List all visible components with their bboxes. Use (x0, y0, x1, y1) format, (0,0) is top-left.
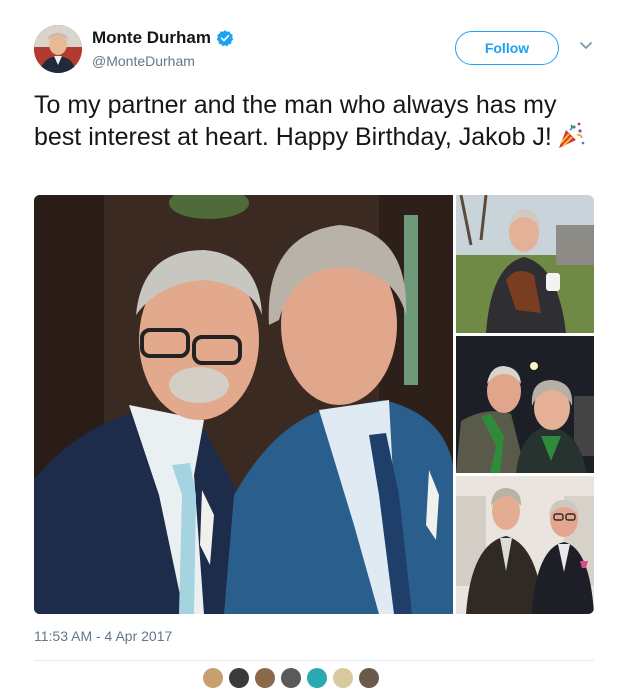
photo-side-2[interactable] (456, 336, 594, 473)
photo-side-1[interactable] (456, 195, 594, 333)
liker-avatar[interactable] (255, 668, 275, 688)
photo-main[interactable] (34, 195, 453, 614)
liker-avatar[interactable] (359, 668, 379, 688)
liker-avatars (203, 668, 379, 688)
author-handle[interactable]: @MonteDurham (92, 53, 195, 69)
author-display-name[interactable]: Monte Durham (92, 28, 211, 48)
author-name-row[interactable]: Monte Durham (92, 28, 234, 48)
liker-avatar[interactable] (333, 668, 353, 688)
tweet-media-grid (34, 195, 594, 614)
liker-avatar[interactable] (281, 668, 301, 688)
liker-avatar[interactable] (203, 668, 223, 688)
formal-portrait-photo (456, 476, 594, 614)
couple-photo (34, 195, 453, 614)
divider (34, 660, 594, 661)
night-selfie-photo (456, 336, 594, 473)
liker-avatar[interactable] (229, 668, 249, 688)
tweet-text: To my partner and the man who always has… (34, 90, 594, 153)
man-with-dog-photo (456, 195, 594, 333)
tweet-timestamp[interactable]: 11:53 AM - 4 Apr 2017 (34, 628, 172, 644)
liker-avatar[interactable] (307, 668, 327, 688)
party-popper-icon (558, 122, 585, 148)
verified-badge-icon (216, 30, 234, 47)
author-avatar[interactable] (34, 25, 82, 73)
chevron-down-icon[interactable] (579, 41, 593, 51)
follow-button[interactable]: Follow (455, 31, 559, 65)
avatar-image (34, 25, 82, 73)
tweet-text-body: To my partner and the man who always has… (34, 91, 557, 151)
photo-side-3[interactable] (456, 476, 594, 614)
